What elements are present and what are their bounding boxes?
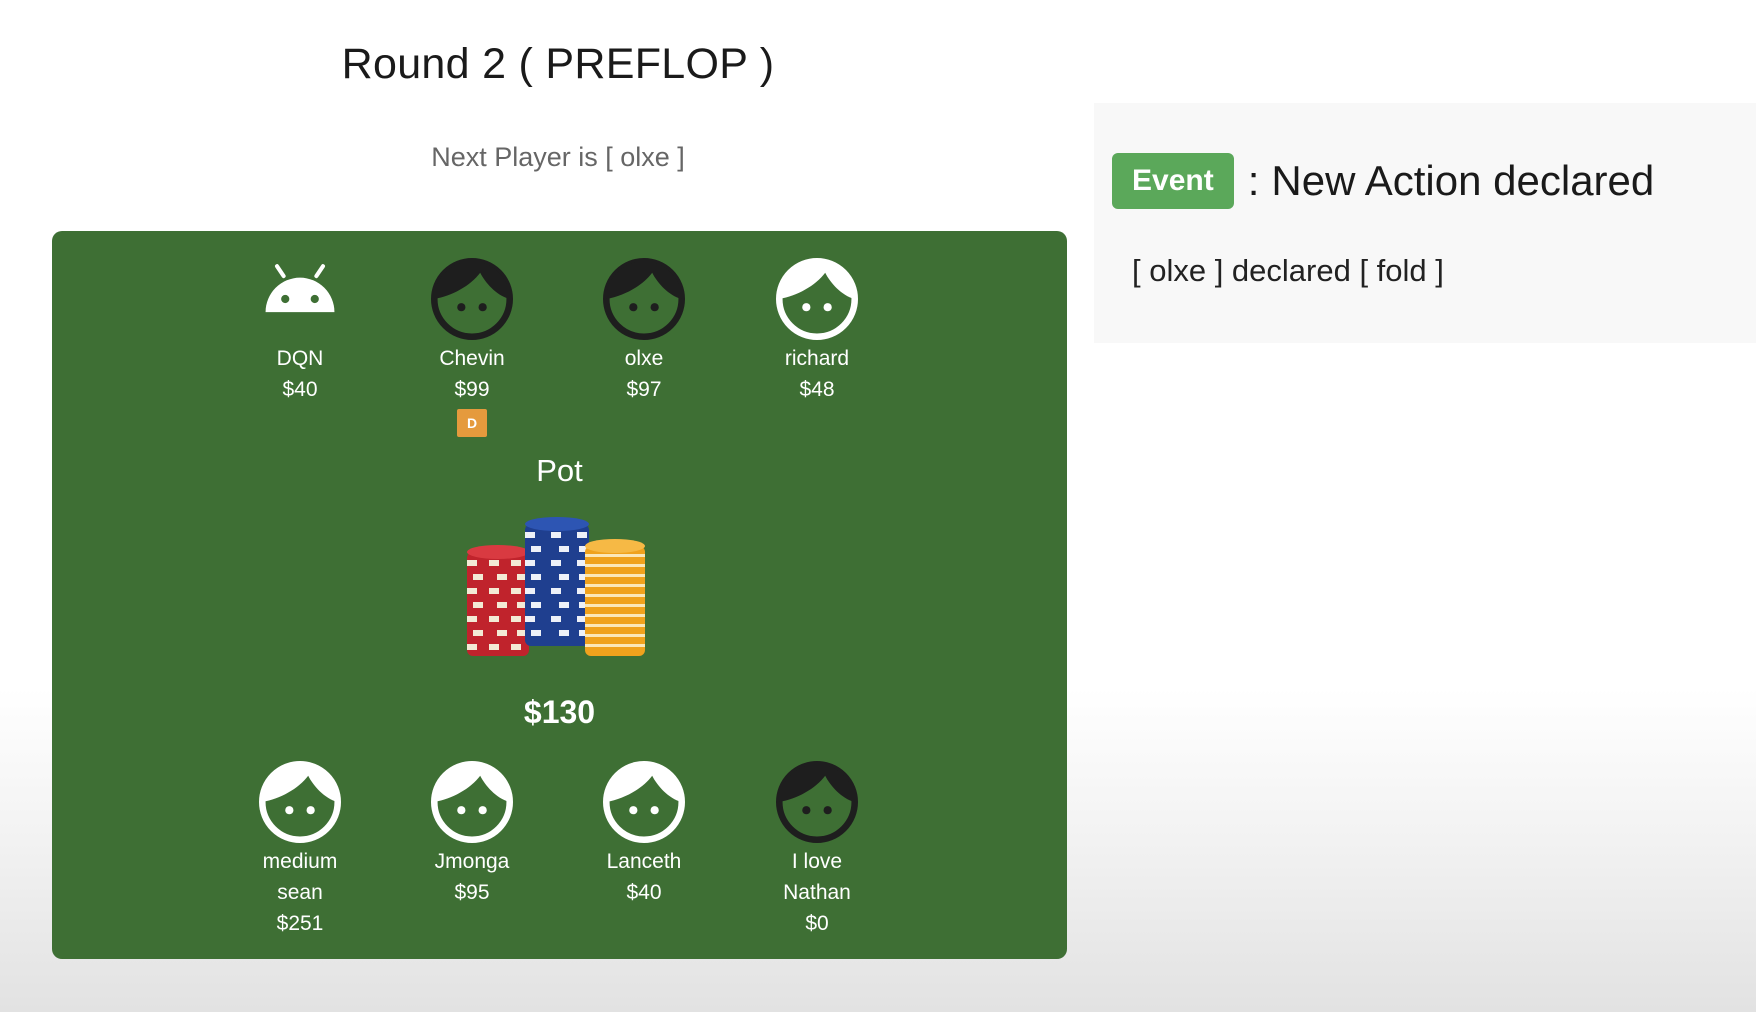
player-seat-dqn[interactable]: DQN $40 — [220, 258, 380, 405]
blue-chip-stack — [525, 517, 589, 646]
dark-face-icon — [776, 761, 858, 843]
dark-face-icon — [431, 258, 513, 340]
event-header: Event : New Action declared — [1112, 153, 1654, 209]
player-seat-richard[interactable]: richard $48 — [737, 258, 897, 405]
player-name: richard — [784, 347, 850, 370]
event-badge: Event — [1112, 153, 1234, 209]
player-seat-olxe[interactable]: olxe $97 — [564, 258, 724, 405]
player-stack: $97 — [626, 378, 662, 401]
dealer-button: D — [457, 409, 487, 437]
player-name: medium — [262, 850, 338, 873]
pot-label: Pot — [536, 453, 583, 488]
dark-face-icon — [603, 258, 685, 340]
light-face-icon — [776, 258, 858, 340]
player-name: Lanceth — [606, 850, 682, 873]
player-name: I love — [791, 850, 843, 873]
event-panel: Event : New Action declared [ olxe ] dec… — [1094, 103, 1756, 343]
light-face-icon — [603, 761, 685, 843]
player-name: sean — [277, 881, 323, 904]
android-icon — [259, 258, 341, 340]
player-seat-medium-sean[interactable]: medium sean $251 — [220, 761, 380, 939]
event-message: [ olxe ] declared [ fold ] — [1132, 253, 1444, 288]
light-face-icon — [259, 761, 341, 843]
pot-amount: $130 — [523, 694, 596, 730]
round-title: Round 2 ( PREFLOP ) — [341, 40, 775, 88]
event-title: New Action declared — [1271, 157, 1655, 204]
poker-table: DQN $40 Chevin $99 D olxe $97 richard $4… — [52, 231, 1067, 959]
player-stack: $95 — [454, 881, 490, 904]
poker-chips-icon — [467, 517, 645, 656]
player-stack: $48 — [799, 378, 835, 401]
player-name: Jmonga — [434, 850, 510, 873]
player-stack: $40 — [282, 378, 318, 401]
player-seat-lanceth[interactable]: Lanceth $40 — [564, 761, 724, 908]
player-stack: $99 — [454, 378, 490, 401]
player-seat-jmonga[interactable]: Jmonga $95 — [392, 761, 552, 908]
red-chip-stack — [467, 545, 529, 656]
player-seat-i-love-nathan[interactable]: I love Nathan $0 — [737, 761, 897, 939]
player-name: DQN — [276, 347, 324, 370]
player-stack: $0 — [805, 912, 829, 935]
light-face-icon — [431, 761, 513, 843]
player-name: Chevin — [439, 347, 505, 370]
player-seat-chevin[interactable]: Chevin $99 D — [392, 258, 552, 437]
player-stack: $251 — [276, 912, 324, 935]
next-player-text: Next Player is [ olxe ] — [431, 142, 685, 172]
event-colon: : — [1247, 157, 1260, 204]
orange-chip-stack — [585, 539, 645, 656]
player-stack: $40 — [626, 881, 662, 904]
player-name: olxe — [624, 347, 664, 370]
player-name: Nathan — [783, 881, 851, 904]
